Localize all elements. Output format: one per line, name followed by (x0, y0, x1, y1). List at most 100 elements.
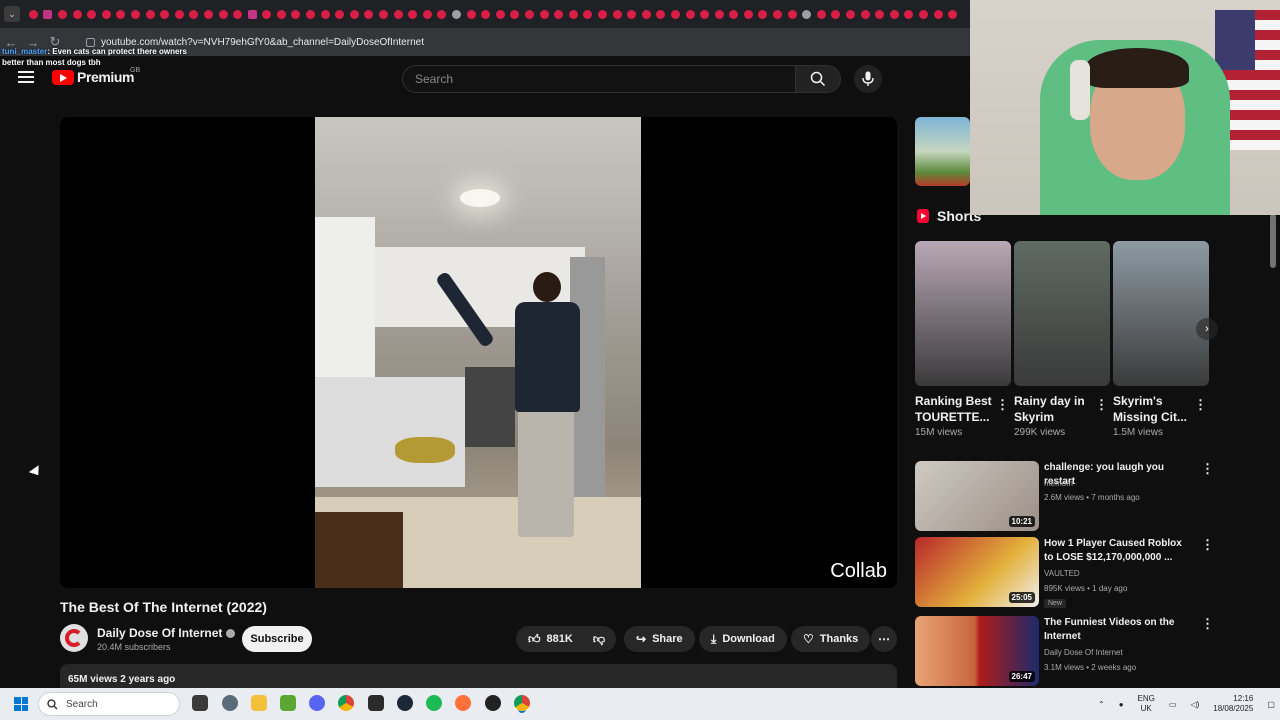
shorts-next-icon[interactable]: › (1196, 318, 1218, 340)
short-card[interactable]: Skyrim's Missing Cit... 1.5M views ⋮ (1113, 241, 1209, 438)
browser-tab-favicon[interactable] (260, 7, 275, 21)
browser-tab-favicon[interactable] (41, 7, 56, 21)
like-icon[interactable]: 👍︎ (528, 632, 541, 647)
browser-tab-favicon[interactable] (639, 7, 654, 21)
recommendation-item[interactable]: 10:21 challenge: you laugh you restart m… (915, 461, 1215, 531)
browser-tab-favicon[interactable] (435, 7, 450, 21)
browser-tab-favicon[interactable] (858, 7, 873, 21)
browser-tab-favicon[interactable] (274, 7, 289, 21)
share-button[interactable]: ↪ Share (624, 626, 695, 652)
task-view-icon[interactable] (192, 695, 208, 711)
browser-tab-favicon[interactable] (362, 7, 377, 21)
browser-tab-favicon[interactable] (157, 7, 172, 21)
short-card[interactable]: Rainy day in Skyrim 299K views ⋮ (1014, 241, 1110, 438)
more-actions-button[interactable]: ⋯ (871, 626, 897, 652)
browser-tab-favicon[interactable] (624, 7, 639, 21)
browser-tab-favicon[interactable] (391, 7, 406, 21)
recommendation-title[interactable]: The Funniest Videos on the Internet (1044, 616, 1194, 644)
browser-tab-favicon[interactable] (610, 7, 625, 21)
recommendation-thumbnail[interactable]: 10:21 (915, 461, 1039, 531)
browser-tab-favicon[interactable] (902, 7, 917, 21)
nvidia-icon[interactable] (280, 695, 296, 711)
voice-search-button[interactable] (854, 65, 882, 93)
browser-tab-favicon[interactable] (887, 7, 902, 21)
browser-tab-favicon[interactable] (654, 7, 669, 21)
short-title[interactable]: Skyrim's Missing Cit... (1113, 393, 1193, 425)
browser-tab-favicon[interactable] (70, 7, 85, 21)
browser-tab-favicon[interactable] (55, 7, 70, 21)
browser-tab-favicon[interactable] (683, 7, 698, 21)
recommendation-item[interactable]: 26:47 The Funniest Videos on the Interne… (915, 616, 1215, 686)
short-thumbnail[interactable] (915, 241, 1011, 386)
recommendation-channel[interactable]: memom (1044, 479, 1073, 488)
tab-search-icon[interactable]: ⌄ (4, 6, 20, 22)
short-title[interactable]: Ranking Best TOURETTE... (915, 393, 995, 425)
browser-tab-favicon[interactable] (727, 7, 742, 21)
short-title[interactable]: Rainy day in Skyrim (1014, 393, 1094, 425)
browser-tab-favicon[interactable] (128, 7, 143, 21)
browser-tab-favicon[interactable] (376, 7, 391, 21)
browser-tab-favicon[interactable] (566, 7, 581, 21)
browser-tab-favicon[interactable] (916, 7, 931, 21)
short-thumbnail[interactable] (1014, 241, 1110, 386)
browser-tab-favicon[interactable] (595, 7, 610, 21)
browser-tab-favicon[interactable] (522, 7, 537, 21)
download-button[interactable]: ⤓ Download (699, 626, 787, 652)
clock[interactable]: 12:16 18/08/2025 (1213, 694, 1253, 714)
short-more-icon[interactable]: ⋮ (1095, 397, 1108, 413)
discord-icon[interactable] (309, 695, 325, 711)
browser-tab-favicon[interactable] (668, 7, 683, 21)
firefox-icon[interactable] (455, 695, 471, 711)
recommendation-thumbnail[interactable]: 25:05 (915, 537, 1039, 607)
browser-tab-favicon[interactable] (508, 7, 523, 21)
dislike-icon[interactable]: 👎︎ (593, 632, 605, 647)
browser-tab-favicon[interactable] (216, 7, 231, 21)
recommendation-more-icon[interactable]: ⋮ (1201, 537, 1214, 553)
network-icon[interactable]: ▭ (1169, 700, 1177, 709)
sidebar-top-thumbnail[interactable] (915, 117, 970, 186)
browser-tab-favicon[interactable] (537, 7, 552, 21)
browser-tab-favicon[interactable] (289, 7, 304, 21)
browser-tab-favicon[interactable] (785, 7, 800, 21)
browser-tab-favicon[interactable] (405, 7, 420, 21)
spotify-icon[interactable] (426, 695, 442, 711)
browser-tab-favicon[interactable] (814, 7, 829, 21)
browser-tab-favicon[interactable] (843, 7, 858, 21)
like-count[interactable]: 881K (547, 633, 573, 645)
recommendation-channel[interactable]: Daily Dose Of Internet (1044, 648, 1123, 657)
thanks-button[interactable]: ♡ Thanks (791, 626, 871, 652)
short-more-icon[interactable]: ⋮ (996, 397, 1009, 413)
recommendation-channel[interactable]: VAULTED (1044, 569, 1080, 578)
browser-tab-favicon[interactable] (449, 7, 464, 21)
recommendation-more-icon[interactable]: ⋮ (1201, 616, 1214, 632)
volume-icon[interactable]: ◁) (1190, 700, 1199, 709)
browser-tab-favicon[interactable] (84, 7, 99, 21)
notifications-icon[interactable]: ▢ (1267, 700, 1275, 709)
recommendation-item[interactable]: 25:05 How 1 Player Caused Roblox to LOSE… (915, 537, 1215, 608)
browser-tab-favicon[interactable] (99, 7, 114, 21)
channel-avatar[interactable] (60, 624, 88, 652)
browser-tab-favicon[interactable] (420, 7, 435, 21)
browser-tab-favicon[interactable] (172, 7, 187, 21)
tray-overflow-icon[interactable]: ⌃ (1098, 700, 1105, 709)
browser-tab-favicon[interactable] (756, 7, 771, 21)
video-player[interactable]: Collab (60, 117, 897, 588)
channel-name-link[interactable]: Daily Dose Of Internet (97, 626, 236, 640)
microphone-tray-icon[interactable]: ● (1119, 700, 1124, 709)
language-indicator[interactable]: ENG UK (1138, 694, 1155, 714)
browser-tab-favicon[interactable] (799, 7, 814, 21)
short-thumbnail[interactable] (1113, 241, 1209, 386)
browser-tab-favicon[interactable] (493, 7, 508, 21)
recommendation-thumbnail[interactable]: 26:47 (915, 616, 1039, 686)
short-more-icon[interactable]: ⋮ (1194, 397, 1207, 413)
chrome-icon[interactable] (338, 695, 354, 711)
windows-start-icon[interactable] (14, 697, 28, 711)
youtube-premium-logo[interactable]: Premium (52, 69, 135, 85)
search-input[interactable] (415, 72, 795, 86)
browser-tab-favicon[interactable] (770, 7, 785, 21)
taskbar-search[interactable]: Search (38, 692, 180, 716)
browser-tab-favicon[interactable] (143, 7, 158, 21)
file-explorer-icon[interactable] (251, 695, 267, 711)
settings-icon[interactable] (222, 695, 238, 711)
browser-tab-favicon[interactable] (581, 7, 596, 21)
